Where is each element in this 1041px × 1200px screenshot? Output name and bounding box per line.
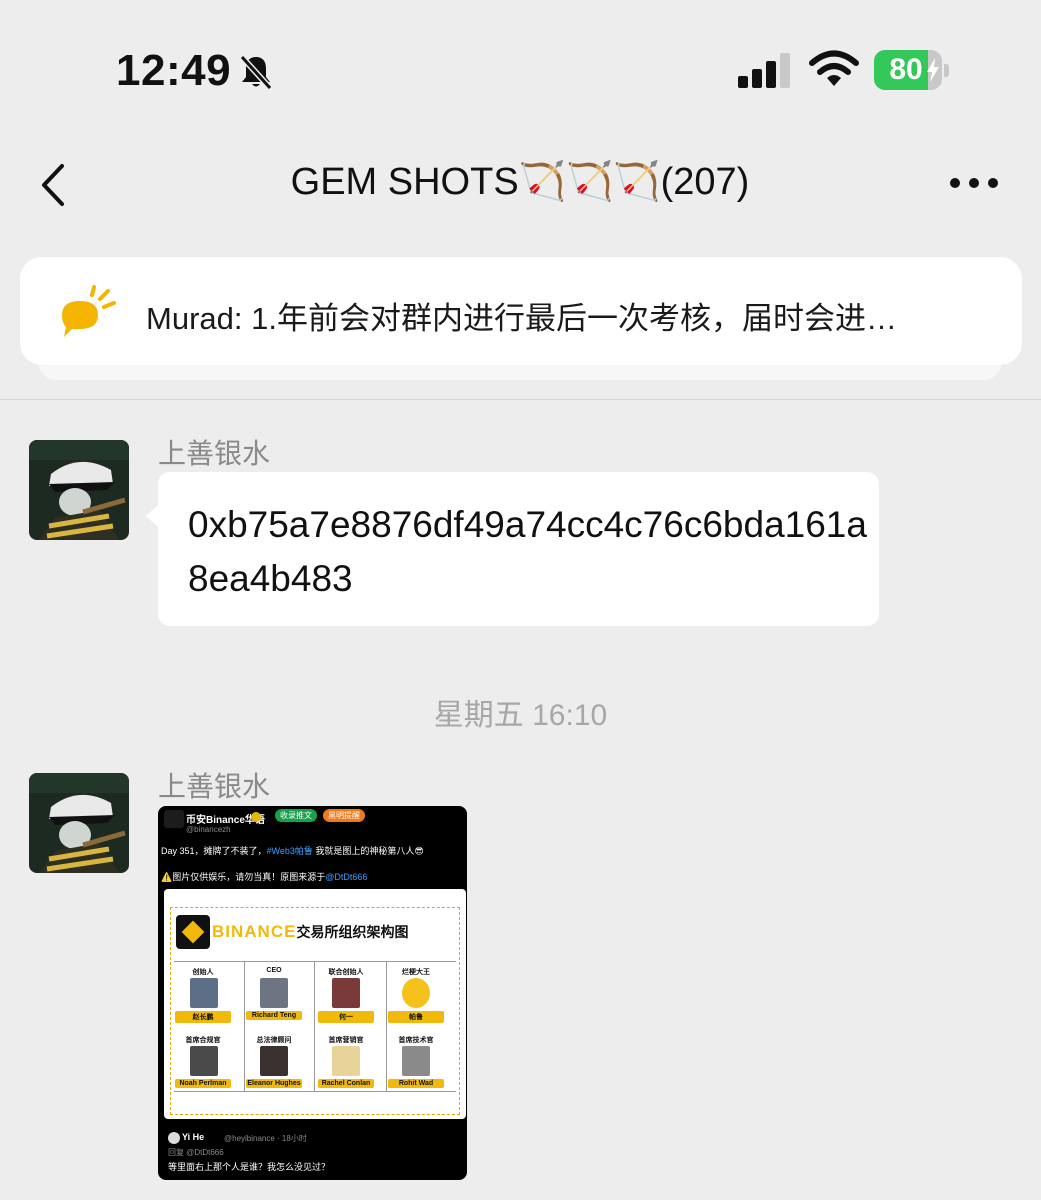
binance-logo-icon	[176, 915, 210, 949]
tweet-line-1: Day 351，摊牌了不装了，#Web3帕鲁 我就是图上的神秘第八人😎	[161, 846, 424, 856]
ellipsis-icon[interactable]	[946, 170, 1002, 196]
reply-text: 等里面右上那个人是谁？我怎么没见过？	[168, 1162, 331, 1172]
tweet-line-2: ⚠️图片仅供娱乐，请勿当真！原图来源于@DtDt666	[161, 872, 368, 882]
announcement-text: Murad: 1.年前会对群内进行最后一次考核，届时会进…	[146, 301, 897, 336]
battery-charging-icon: 80	[874, 50, 952, 90]
chevron-left-icon[interactable]	[36, 160, 76, 210]
chat-timestamp: 星期五 16:10	[433, 699, 608, 732]
role-label: 首席合规官	[185, 1037, 221, 1044]
pinned-announcement[interactable]: Murad: 1.年前会对群内进行最后一次考核，届时会进…	[20, 257, 1022, 365]
chat-title: GEM SHOTS🏹🏹🏹(207)	[290, 161, 750, 203]
avatar[interactable]	[29, 440, 129, 540]
status-bar: 12:49 80	[0, 0, 1041, 130]
role-label: 首席技术官	[398, 1037, 434, 1044]
message-text: 0xb75a7e8876df49a74cc4c76c6bda161a8ea4b4…	[188, 504, 867, 599]
account-avatar	[164, 810, 184, 828]
message-bubble[interactable]: 0xb75a7e8876df49a74cc4c76c6bda161a8ea4b4…	[146, 472, 879, 626]
person-photo	[402, 978, 430, 1008]
reply-name: Yi He	[182, 1132, 205, 1142]
person-photo	[260, 978, 288, 1008]
role-label: CEO	[266, 967, 282, 974]
avatar[interactable]	[29, 773, 129, 873]
name-tag: Rohit Wad	[388, 1079, 444, 1088]
bell-slash-icon	[239, 54, 273, 91]
reply-avatar	[168, 1132, 180, 1144]
role-label: 总法律顾问	[256, 1037, 292, 1044]
person-photo	[332, 1046, 360, 1076]
image-message[interactable]: 币安Binance华语 收录推文 黑明提醒 @binancezh Day 351…	[158, 806, 467, 1180]
role-label: 联合创始人	[328, 969, 364, 976]
name-tag: Richard Teng	[246, 1011, 302, 1020]
pill-follow: 收录推文	[275, 809, 317, 822]
pill-alert: 黑明提醒	[323, 809, 365, 822]
person-photo	[332, 978, 360, 1008]
sender-name: 上善银水	[158, 438, 271, 469]
name-tag: Rachel Conlan	[318, 1079, 374, 1088]
name-tag: 赵长鹏	[175, 1011, 231, 1023]
reply-to: 回复 @DtDt666	[168, 1148, 224, 1157]
person-photo	[402, 1046, 430, 1076]
role-label: 首席营销官	[328, 1037, 364, 1044]
sender-name: 上善银水	[158, 771, 271, 802]
verified-badge-icon	[251, 812, 261, 822]
divider	[0, 399, 1041, 400]
org-chart-image: BINANCE交易所组织架构图 创始人 CEO 联合创始人 烂梗大王 赵长鹏 R…	[164, 889, 466, 1119]
name-tag: 何一	[318, 1011, 374, 1023]
reply-handle: @heyibinance · 18小时	[224, 1134, 307, 1143]
status-time: 12:49	[116, 46, 232, 95]
wifi-icon	[809, 50, 859, 86]
role-label: 烂梗大王	[402, 969, 430, 976]
role-label: 创始人	[192, 969, 214, 976]
name-tag: Eleanor Hughes	[246, 1079, 302, 1088]
person-photo	[190, 978, 218, 1008]
account-handle: @binancezh	[186, 825, 231, 834]
person-photo	[190, 1046, 218, 1076]
name-tag: Noah Perlman	[175, 1079, 231, 1088]
name-tag: 帕鲁	[388, 1011, 444, 1023]
person-photo	[260, 1046, 288, 1076]
announcement-icon	[62, 285, 116, 337]
org-chart-title: BINANCE交易所组织架构图	[212, 922, 409, 941]
cellular-signal-icon	[738, 53, 790, 88]
